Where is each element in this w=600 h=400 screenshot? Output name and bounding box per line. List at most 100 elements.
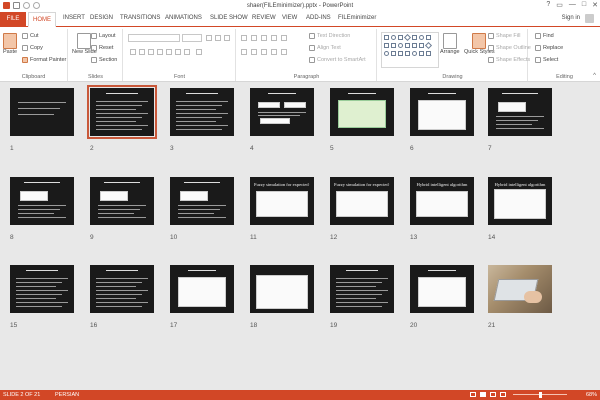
- slide-thumbnail-4[interactable]: 4: [250, 88, 314, 152]
- shadow-icon[interactable]: [157, 49, 163, 55]
- tab-home[interactable]: HOME: [28, 12, 56, 27]
- tab-design[interactable]: DESIGN: [90, 15, 113, 21]
- char-spacing-icon[interactable]: [175, 49, 181, 55]
- find-button[interactable]: Find: [535, 33, 554, 39]
- font-size-box[interactable]: [182, 34, 202, 42]
- ribbon-display-button[interactable]: ▭: [556, 1, 563, 9]
- paste-button[interactable]: Paste: [3, 33, 17, 55]
- slide-thumbnail-9[interactable]: 9: [90, 177, 154, 241]
- tab-fileminimizer[interactable]: FILEminimizer: [338, 15, 376, 21]
- minimize-button[interactable]: —: [569, 1, 576, 9]
- replace-button[interactable]: Replace: [535, 45, 563, 51]
- slide-thumbnail-10[interactable]: 10: [170, 177, 234, 241]
- justify-icon[interactable]: [271, 49, 277, 55]
- slide-preview[interactable]: [170, 265, 234, 313]
- underline-icon[interactable]: [148, 49, 154, 55]
- maximize-button[interactable]: □: [582, 1, 586, 9]
- close-button[interactable]: ✕: [592, 1, 598, 9]
- slide-thumbnail-5[interactable]: 5: [330, 88, 394, 152]
- tab-file[interactable]: FILE: [0, 12, 26, 27]
- tab-insert[interactable]: INSERT: [63, 15, 85, 21]
- slide-preview[interactable]: [87, 85, 157, 139]
- bullets-icon[interactable]: [241, 35, 247, 41]
- slideshow-view-icon[interactable]: [500, 392, 506, 397]
- collapse-ribbon-icon[interactable]: ^: [593, 73, 596, 79]
- tab-view[interactable]: VIEW: [282, 15, 297, 21]
- select-button[interactable]: Select: [535, 57, 558, 63]
- sign-in-link[interactable]: Sign in: [562, 15, 580, 21]
- slide-thumbnail-21[interactable]: 21: [488, 265, 552, 329]
- slide-preview[interactable]: [250, 265, 314, 313]
- slide-preview[interactable]: [90, 177, 154, 225]
- slide-thumbnail-17[interactable]: 17: [170, 265, 234, 329]
- slide-preview[interactable]: [330, 88, 394, 136]
- slide-preview[interactable]: [90, 265, 154, 313]
- slide-preview[interactable]: Fuzzy simulation for expected value: [330, 177, 394, 225]
- slide-preview[interactable]: [170, 88, 234, 136]
- slide-thumbnail-11[interactable]: Fuzzy simulation for expected value 11: [250, 177, 314, 241]
- change-case-icon[interactable]: [184, 49, 190, 55]
- slide-sorter-view-icon[interactable]: [480, 392, 486, 397]
- slide-thumbnail-20[interactable]: 20: [410, 265, 474, 329]
- slide-preview[interactable]: [250, 88, 314, 136]
- slide-thumbnail-3[interactable]: 3: [170, 88, 234, 152]
- convert-smartart-button[interactable]: Convert to SmartArt: [309, 57, 366, 63]
- tab-transitions[interactable]: TRANSITIONS: [120, 15, 160, 21]
- zoom-slider-handle[interactable]: [539, 392, 542, 398]
- shrink-font-icon[interactable]: [215, 35, 221, 41]
- slide-thumbnail-19[interactable]: 19: [330, 265, 394, 329]
- slide-preview[interactable]: [488, 88, 552, 136]
- align-center-icon[interactable]: [251, 49, 257, 55]
- slide-thumbnail-13[interactable]: Hybrid intelligent algorithm 13: [410, 177, 474, 241]
- slide-thumbnail-6[interactable]: 6: [410, 88, 474, 152]
- help-button[interactable]: ?: [546, 1, 550, 9]
- arrange-button[interactable]: Arrange: [440, 33, 460, 55]
- bold-icon[interactable]: [130, 49, 136, 55]
- font-name-box[interactable]: [128, 34, 180, 42]
- align-left-icon[interactable]: [241, 49, 247, 55]
- slide-preview[interactable]: [170, 177, 234, 225]
- grow-font-icon[interactable]: [206, 35, 212, 41]
- slide-preview[interactable]: [488, 265, 552, 313]
- zoom-level[interactable]: 68%: [586, 392, 597, 398]
- reading-view-icon[interactable]: [490, 392, 496, 397]
- slide-preview[interactable]: Fuzzy simulation for expected value: [250, 177, 314, 225]
- tab-review[interactable]: REVIEW: [252, 15, 276, 21]
- slide-preview[interactable]: [10, 265, 74, 313]
- slide-preview[interactable]: [330, 265, 394, 313]
- slide-thumbnail-1[interactable]: 1: [10, 88, 74, 152]
- font-color-icon[interactable]: [196, 49, 202, 55]
- section-button[interactable]: Section: [91, 57, 117, 63]
- normal-view-icon[interactable]: [470, 392, 476, 397]
- reset-button[interactable]: Reset: [91, 45, 113, 51]
- slide-thumbnail-16[interactable]: 16: [90, 265, 154, 329]
- slide-preview[interactable]: Hybrid intelligent algorithm: [488, 177, 552, 225]
- line-spacing-icon[interactable]: [281, 35, 287, 41]
- layout-button[interactable]: Layout: [91, 33, 116, 39]
- shape-fill-button[interactable]: Shape Fill: [488, 33, 520, 39]
- language-indicator[interactable]: PERSIAN: [55, 392, 79, 398]
- slide-thumbnail-14[interactable]: Hybrid intelligent algorithm 14: [488, 177, 552, 241]
- tab-slide-show[interactable]: SLIDE SHOW: [210, 15, 248, 21]
- slide-thumbnail-18[interactable]: 18: [250, 265, 314, 329]
- slide-preview[interactable]: [10, 177, 74, 225]
- slide-preview[interactable]: [10, 88, 74, 136]
- format-painter-button[interactable]: Format Painter: [22, 57, 66, 63]
- align-right-icon[interactable]: [261, 49, 267, 55]
- slide-thumbnail-15[interactable]: 15: [10, 265, 74, 329]
- clear-format-icon[interactable]: [224, 35, 230, 41]
- columns-icon[interactable]: [281, 49, 287, 55]
- slide-thumbnail-8[interactable]: 8: [10, 177, 74, 241]
- tab-animations[interactable]: ANIMATIONS: [165, 15, 202, 21]
- increase-indent-icon[interactable]: [271, 35, 277, 41]
- shape-outline-button[interactable]: Shape Outline: [488, 45, 531, 51]
- text-direction-button[interactable]: Text Direction: [309, 33, 350, 39]
- slide-thumbnail-12[interactable]: Fuzzy simulation for expected value 12: [330, 177, 394, 241]
- copy-button[interactable]: Copy: [22, 45, 43, 51]
- tab-add-ins[interactable]: ADD-INS: [306, 15, 331, 21]
- strikethrough-icon[interactable]: [166, 49, 172, 55]
- shapes-gallery[interactable]: [381, 32, 439, 68]
- shape-effects-button[interactable]: Shape Effects: [488, 57, 530, 63]
- decrease-indent-icon[interactable]: [261, 35, 267, 41]
- slide-preview[interactable]: Hybrid intelligent algorithm: [410, 177, 474, 225]
